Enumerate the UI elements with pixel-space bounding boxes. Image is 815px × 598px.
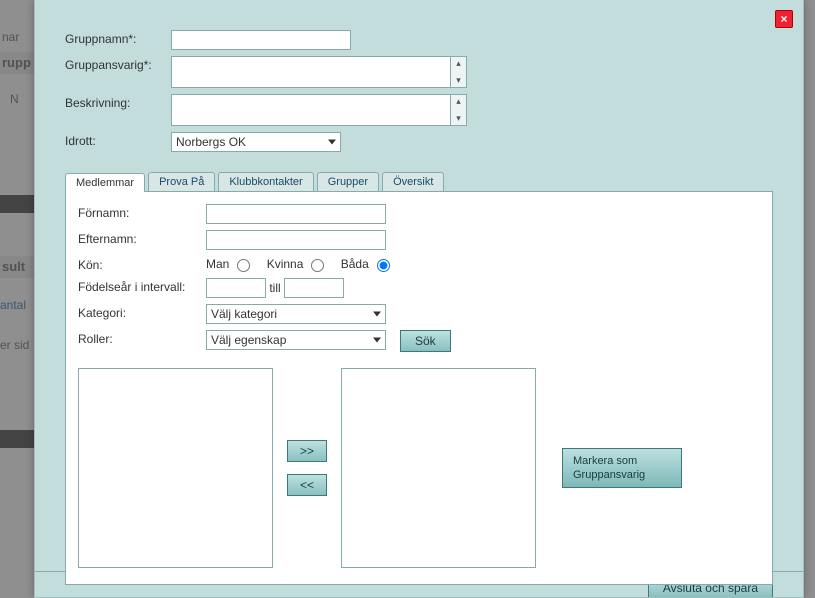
kon-kvinna-label: Kvinna [267, 257, 304, 271]
tab-bar: Medlemmar Prova På Klubbkontakter Gruppe… [65, 172, 773, 191]
kon-kvinna-radio[interactable] [311, 259, 324, 272]
fodelsear-to-input[interactable] [284, 278, 344, 298]
kon-man-label: Man [206, 257, 229, 271]
mark-line2: Gruppansvarig [573, 469, 645, 481]
tab-klubbkontakter[interactable]: Klubbkontakter [218, 172, 313, 191]
chevron-down-icon [373, 338, 381, 343]
chevron-down-icon [373, 312, 381, 317]
modal-dialog: × Gruppnamn*: Gruppansvarig*: ▴ ▾ Beskri… [34, 0, 804, 598]
chevron-down-icon[interactable]: ▾ [456, 113, 461, 124]
kategori-select[interactable]: Välj kategori [206, 304, 386, 324]
till-text: till [269, 281, 280, 295]
mark-line1: Markera som [573, 455, 637, 467]
idrott-selected-value: Norbergs OK [176, 135, 246, 149]
idrott-label: Idrott: [65, 132, 171, 148]
gruppnamn-label: Gruppnamn*: [65, 30, 171, 46]
fornamn-input[interactable] [206, 204, 386, 224]
efternamn-label: Efternamn: [78, 230, 206, 246]
roller-label: Roller: [78, 330, 206, 346]
medlemmar-panel: Förnamn: Efternamn: Kön: Man Kvinna Båda [65, 191, 773, 585]
roller-select[interactable]: Välj egenskap [206, 330, 386, 350]
beskrivning-label: Beskrivning: [65, 94, 171, 110]
member-transfer: >> << Markera som Gruppansvarig [78, 368, 760, 568]
kon-label: Kön: [78, 256, 206, 272]
chevron-down-icon [328, 140, 336, 145]
roller-selected-value: Välj egenskap [211, 333, 286, 347]
markera-gruppansvarig-button[interactable]: Markera som Gruppansvarig [562, 448, 682, 489]
scroll-spinners[interactable]: ▴ ▾ [451, 94, 467, 126]
kategori-label: Kategori: [78, 304, 206, 320]
fodelsear-label: Födelseår i intervall: [78, 278, 206, 294]
kon-man-radio[interactable] [237, 259, 250, 272]
chevron-up-icon[interactable]: ▴ [456, 58, 461, 69]
group-form: Gruppnamn*: Gruppansvarig*: ▴ ▾ Beskrivn… [35, 0, 803, 164]
tab-prova-pa[interactable]: Prova På [148, 172, 215, 191]
idrott-select[interactable]: Norbergs OK [171, 132, 341, 152]
move-left-button[interactable]: << [287, 474, 327, 496]
close-button[interactable]: × [775, 10, 793, 28]
fodelsear-from-input[interactable] [206, 278, 266, 298]
selected-listbox[interactable] [341, 368, 536, 568]
tab-grupper[interactable]: Grupper [317, 172, 379, 191]
scroll-spinners[interactable]: ▴ ▾ [451, 56, 467, 88]
kon-bada-label: Båda [341, 257, 369, 271]
gruppansvarig-input[interactable] [171, 56, 451, 88]
tab-oversikt[interactable]: Översikt [382, 172, 444, 191]
kon-bada-radio[interactable] [377, 259, 390, 272]
available-listbox[interactable] [78, 368, 273, 568]
chevron-up-icon[interactable]: ▴ [456, 96, 461, 107]
gruppansvarig-label: Gruppansvarig*: [65, 56, 171, 72]
chevron-down-icon[interactable]: ▾ [456, 75, 461, 86]
kategori-selected-value: Välj kategori [211, 307, 277, 321]
beskrivning-input[interactable] [171, 94, 451, 126]
tab-medlemmar[interactable]: Medlemmar [65, 173, 145, 192]
fornamn-label: Förnamn: [78, 204, 206, 220]
move-right-button[interactable]: >> [287, 440, 327, 462]
sok-button[interactable]: Sök [400, 330, 451, 352]
efternamn-input[interactable] [206, 230, 386, 250]
gruppnamn-input[interactable] [171, 30, 351, 50]
